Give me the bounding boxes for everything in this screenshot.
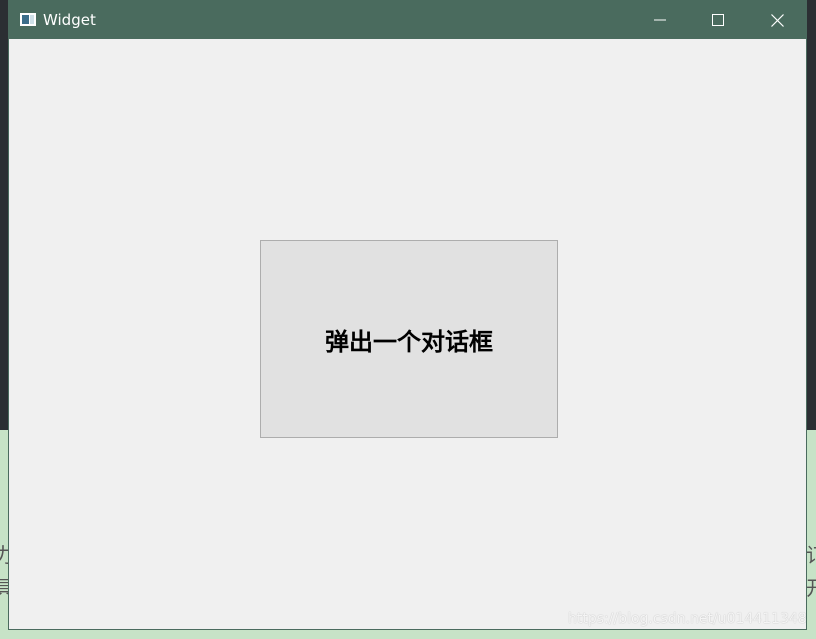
app-icon <box>20 13 36 26</box>
watermark: https://blog.csdn.net/u014411348 <box>568 611 807 627</box>
minimize-button[interactable] <box>631 1 689 39</box>
open-dialog-button[interactable]: 弹出一个对话框 <box>260 240 558 438</box>
close-icon <box>770 13 784 27</box>
background-text: 开 <box>806 578 816 598</box>
maximize-button[interactable] <box>689 1 747 39</box>
minimize-icon <box>654 19 666 21</box>
desktop-background: 力 具 订 开 Widget <box>0 0 816 639</box>
widget-window: Widget 弹出一个对话框 <box>8 0 807 630</box>
background-text: 订 <box>806 545 816 565</box>
window-title: Widget <box>43 11 96 29</box>
maximize-icon <box>712 14 724 26</box>
close-button[interactable] <box>748 1 806 39</box>
client-area: 弹出一个对话框 <box>9 39 806 629</box>
title-bar[interactable]: Widget <box>9 1 806 39</box>
